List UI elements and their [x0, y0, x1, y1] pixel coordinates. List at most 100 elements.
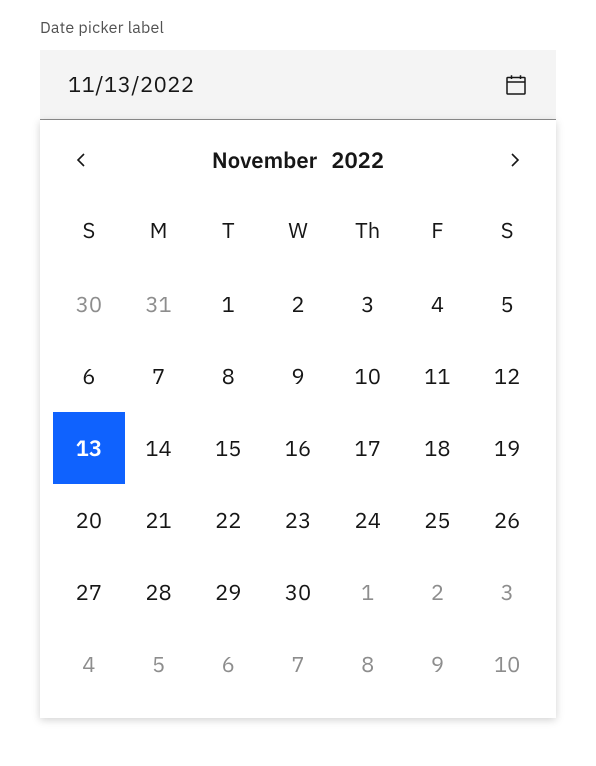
days-grid: 3031123456789101112131415161718192021222… — [54, 268, 542, 700]
day-cell[interactable]: 7 — [124, 340, 194, 412]
day-number: 11 — [424, 362, 450, 391]
day-cell-outside[interactable]: 8 — [333, 628, 403, 700]
day-number: 1 — [361, 578, 374, 607]
day-number: 4 — [82, 650, 95, 679]
month-select[interactable]: November — [212, 146, 317, 175]
day-number: 29 — [215, 578, 241, 607]
date-picker: 11/13/2022 November 2022 — [40, 50, 556, 718]
day-number: 6 — [222, 650, 235, 679]
day-cell-outside[interactable]: 31 — [124, 268, 194, 340]
weekday-header: M — [124, 200, 194, 260]
day-cell[interactable]: 25 — [403, 484, 473, 556]
day-cell[interactable]: 15 — [193, 412, 263, 484]
day-number: 14 — [145, 434, 171, 463]
day-number: 19 — [494, 434, 520, 463]
date-input-value: 11/13/2022 — [68, 70, 194, 99]
day-cell-outside[interactable]: 30 — [54, 268, 124, 340]
day-cell[interactable]: 10 — [333, 340, 403, 412]
day-number: 12 — [494, 362, 520, 391]
day-cell[interactable]: 12 — [472, 340, 542, 412]
day-number: 17 — [355, 434, 381, 463]
day-cell-outside[interactable]: 6 — [193, 628, 263, 700]
day-cell[interactable]: 14 — [124, 412, 194, 484]
day-cell[interactable]: 9 — [263, 340, 333, 412]
day-number: 13 — [76, 434, 102, 463]
day-cell-selected[interactable]: 13 — [54, 412, 124, 484]
day-cell[interactable]: 17 — [333, 412, 403, 484]
day-cell[interactable]: 1 — [193, 268, 263, 340]
weekday-header: S — [472, 200, 542, 260]
day-number: 5 — [152, 650, 165, 679]
date-input-field[interactable]: 11/13/2022 — [40, 50, 556, 120]
day-cell[interactable]: 4 — [403, 268, 473, 340]
day-number: 8 — [222, 362, 235, 391]
day-number: 18 — [424, 434, 450, 463]
day-cell[interactable]: 21 — [124, 484, 194, 556]
day-number: 15 — [215, 434, 241, 463]
day-number: 22 — [215, 506, 241, 535]
day-cell[interactable]: 29 — [193, 556, 263, 628]
day-cell[interactable]: 16 — [263, 412, 333, 484]
day-cell[interactable]: 30 — [263, 556, 333, 628]
day-cell-outside[interactable]: 1 — [333, 556, 403, 628]
weekday-header: T — [193, 200, 263, 260]
day-number: 2 — [431, 578, 444, 607]
day-number: 30 — [285, 578, 311, 607]
calendar-dropdown: November 2022 SMTWThFS 30311234567891011… — [40, 120, 556, 718]
weekday-header-row: SMTWThFS — [54, 200, 542, 260]
calendar-header: November 2022 — [54, 128, 542, 192]
day-cell-outside[interactable]: 2 — [403, 556, 473, 628]
weekday-header: W — [263, 200, 333, 260]
weekday-header: Th — [333, 200, 403, 260]
day-cell-outside[interactable]: 5 — [124, 628, 194, 700]
day-cell-outside[interactable]: 10 — [472, 628, 542, 700]
day-number: 24 — [355, 506, 381, 535]
day-number: 28 — [145, 578, 171, 607]
day-cell[interactable]: 18 — [403, 412, 473, 484]
day-number: 8 — [361, 650, 374, 679]
day-number: 2 — [291, 290, 304, 319]
day-cell-outside[interactable]: 3 — [472, 556, 542, 628]
day-number: 21 — [145, 506, 171, 535]
day-cell-outside[interactable]: 7 — [263, 628, 333, 700]
next-month-button[interactable] — [486, 132, 542, 188]
day-cell[interactable]: 8 — [193, 340, 263, 412]
day-cell[interactable]: 20 — [54, 484, 124, 556]
calendar-icon[interactable] — [504, 73, 528, 97]
day-number: 7 — [152, 362, 165, 391]
day-number: 16 — [285, 434, 311, 463]
day-number: 10 — [355, 362, 381, 391]
day-cell[interactable]: 6 — [54, 340, 124, 412]
chevron-right-icon — [506, 152, 522, 168]
day-number: 1 — [222, 290, 235, 319]
day-number: 10 — [494, 650, 520, 679]
day-number: 25 — [424, 506, 450, 535]
day-cell-outside[interactable]: 9 — [403, 628, 473, 700]
day-number: 23 — [285, 506, 311, 535]
day-cell[interactable]: 19 — [472, 412, 542, 484]
day-cell[interactable]: 22 — [193, 484, 263, 556]
day-cell[interactable]: 2 — [263, 268, 333, 340]
day-cell[interactable]: 11 — [403, 340, 473, 412]
day-number: 3 — [361, 290, 374, 319]
day-number: 26 — [494, 506, 520, 535]
day-cell[interactable]: 27 — [54, 556, 124, 628]
day-number: 7 — [291, 650, 304, 679]
day-number: 3 — [501, 578, 514, 607]
prev-month-button[interactable] — [54, 132, 110, 188]
day-cell[interactable]: 24 — [333, 484, 403, 556]
day-number: 9 — [431, 650, 444, 679]
day-cell[interactable]: 28 — [124, 556, 194, 628]
date-picker-label: Date picker label — [40, 18, 556, 38]
chevron-left-icon — [74, 152, 90, 168]
day-cell-outside[interactable]: 4 — [54, 628, 124, 700]
day-number: 30 — [76, 290, 102, 319]
year-select[interactable]: 2022 — [331, 146, 384, 175]
weekday-header: F — [403, 200, 473, 260]
day-cell[interactable]: 23 — [263, 484, 333, 556]
day-cell[interactable]: 3 — [333, 268, 403, 340]
day-number: 4 — [431, 290, 444, 319]
day-cell[interactable]: 26 — [472, 484, 542, 556]
day-number: 27 — [76, 578, 102, 607]
day-cell[interactable]: 5 — [472, 268, 542, 340]
